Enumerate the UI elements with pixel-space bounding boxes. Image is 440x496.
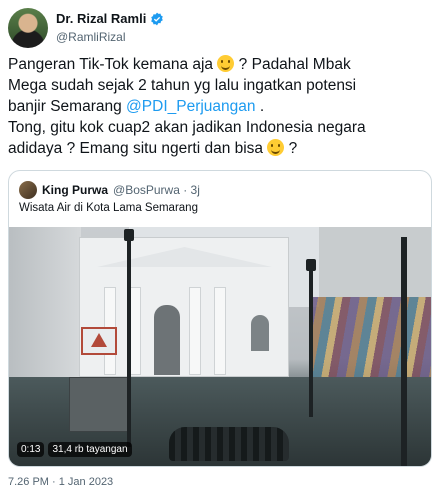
mention-link[interactable]: @PDI_Perjuangan — [126, 98, 255, 115]
video-player[interactable]: 0:13 31,4 rb tayangan — [9, 227, 431, 466]
author-name-row: Dr. Rizal Ramli — [56, 11, 164, 26]
tweet-line-1: Pangeran Tik-Tok kemana aja ? Padahal Mb… — [8, 54, 432, 75]
video-bench — [169, 427, 289, 461]
author-handle[interactable]: @RamliRizal — [56, 30, 126, 44]
video-church-column — [214, 287, 226, 375]
quoted-author-name[interactable]: King Purwa — [42, 183, 108, 197]
smiling-face-emoji-icon — [267, 139, 285, 156]
video-cart — [69, 377, 129, 432]
video-lamp-head — [306, 259, 316, 271]
video-lamp-post — [401, 237, 407, 466]
video-church-column — [189, 287, 201, 375]
tweet-line-1-start: Pangeran Tik-Tok kemana aja — [8, 56, 218, 73]
video-church-window — [251, 315, 269, 351]
tweet-timestamp[interactable]: 7.26 PM · 1 Jan 2023 — [8, 476, 113, 488]
video-view-count: 31,4 rb tayangan — [48, 442, 132, 457]
tweet-line-5: adidaya ? Emang situ ngerti dan bisa ? — [8, 138, 432, 159]
quoted-tweet-header: King Purwa @BosPurwa · 3j — [19, 181, 200, 199]
quoted-tweet-text: Wisata Air di Kota Lama Semarang — [19, 202, 198, 214]
tweet-line-1-end: ? Padahal Mbak — [234, 56, 351, 73]
quoted-tweet-card[interactable]: King Purwa @BosPurwa · 3j Wisata Air di … — [8, 170, 432, 467]
author-name[interactable]: Dr. Rizal Ramli — [56, 11, 146, 26]
video-lamp-head — [124, 229, 134, 241]
verified-badge-icon — [151, 12, 164, 25]
tweet-line-5-end: ? — [284, 140, 298, 157]
tweet-line-3-end: . — [255, 98, 265, 115]
author-avatar[interactable] — [8, 8, 48, 48]
tweet-header: Dr. Rizal Ramli @RamliRizal — [8, 8, 432, 52]
tweet-line-3: banjir Semarang @PDI_Perjuangan . — [8, 96, 432, 117]
tweet-line-3-start: banjir Semarang — [8, 98, 127, 115]
quoted-author-avatar[interactable] — [19, 181, 37, 199]
tweet-line-4: Tong, gitu kok cuap2 akan jadikan Indone… — [8, 119, 366, 136]
video-duration: 0:13 — [17, 442, 45, 457]
video-right-building — [319, 227, 431, 297]
tweet-line-2: Mega sudah sejak 2 tahun yg lalu ingatka… — [8, 77, 357, 94]
smiling-face-emoji-icon — [217, 55, 235, 72]
video-info-overlay: 0:13 31,4 rb tayangan — [17, 442, 132, 457]
quoted-author-meta: @BosPurwa · 3j — [113, 183, 200, 197]
video-lamp-post — [309, 267, 313, 417]
tweet-line-5-start: adidaya ? Emang situ ngerti dan bisa — [8, 140, 268, 157]
video-church-door — [154, 305, 180, 375]
video-lamp-post — [127, 237, 131, 447]
tweet-text: Pangeran Tik-Tok kemana aja ? Padahal Mb… — [8, 54, 432, 159]
